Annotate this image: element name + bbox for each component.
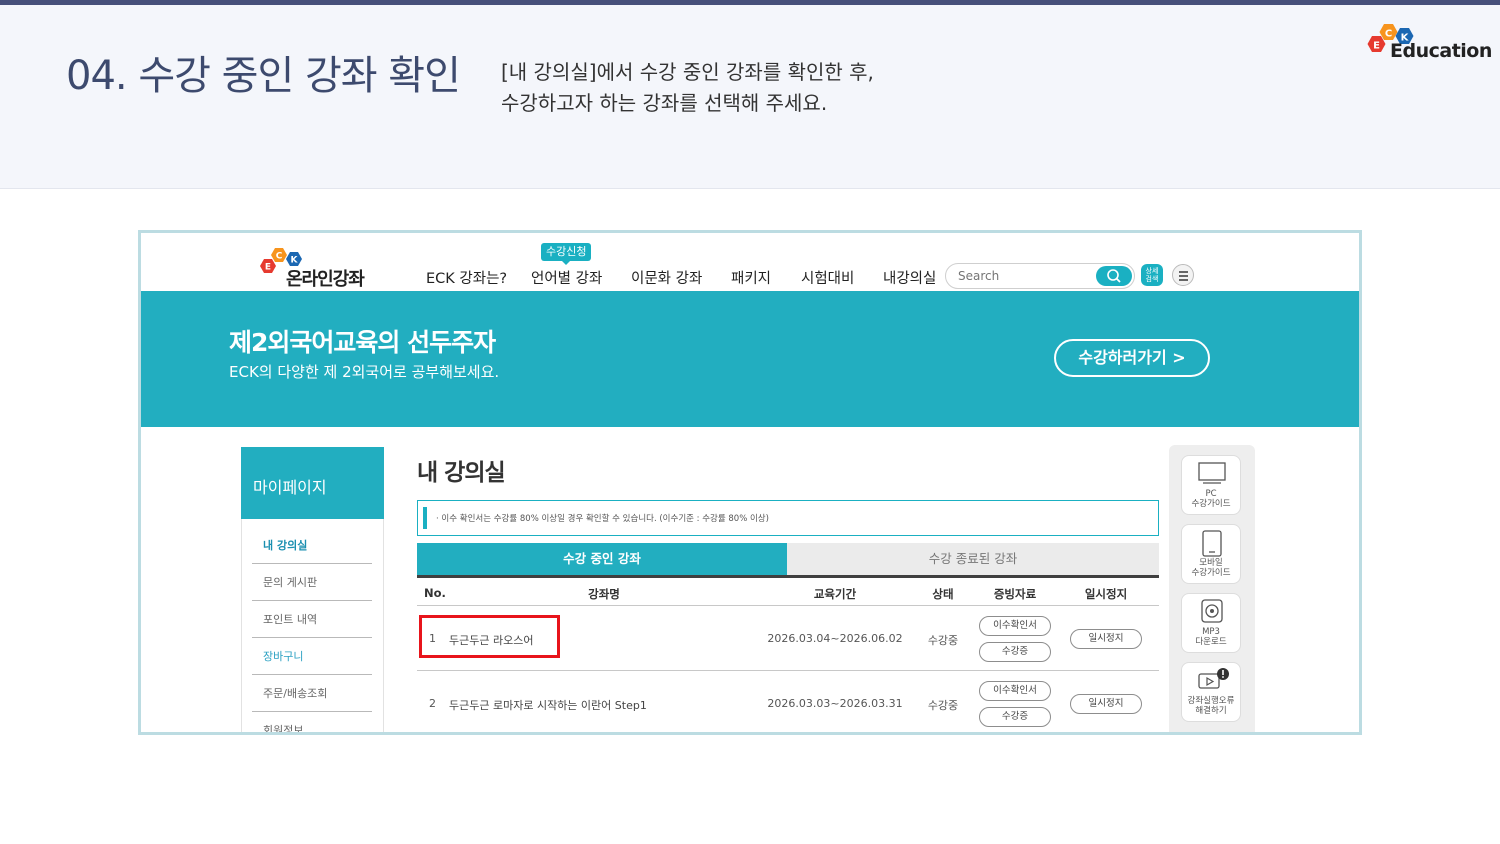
- table-row-divider: [417, 670, 1159, 671]
- notice-bar: [423, 507, 427, 529]
- hero-banner: 제2외국어교육의 선두주자 ECK의 다양한 제 2외국어로 공부해보세요. 수…: [141, 291, 1359, 427]
- column-header-no: No.: [424, 586, 446, 600]
- site-logo-letter-e: E: [265, 263, 271, 273]
- sidebar-header: 마이페이지: [241, 447, 384, 519]
- search-button[interactable]: [1096, 266, 1132, 286]
- quick-mobile-guide-label: 모바일 수강가이드: [1191, 558, 1231, 578]
- sidebar-header-label: 마이페이지: [253, 478, 327, 497]
- tab-underline: [417, 575, 1159, 578]
- quick-menu: PC 수강가이드 모바일 수강가이드 MP3 다운로드 강좌실행오류 해결하기: [1169, 445, 1255, 732]
- sidebar-item-cart[interactable]: 장바구니: [252, 638, 372, 675]
- row1-pause-button[interactable]: 일시정지: [1070, 629, 1142, 649]
- go-to-course-button[interactable]: 수강하러가기 >: [1054, 339, 1210, 377]
- site-navbar: E C K 온라인강좌 ECK 강좌는? 수강신청 언어별 강좌 이문화 강좌 …: [141, 233, 1359, 291]
- column-header-pause: 일시정지: [1084, 587, 1128, 601]
- tab-current-courses[interactable]: 수강 중인 강좌: [417, 543, 787, 575]
- site-logo-text[interactable]: 온라인강좌: [286, 265, 365, 291]
- search-box: [945, 263, 1135, 289]
- tab-finished-courses[interactable]: 수강 종료된 강좌: [787, 543, 1159, 575]
- quick-mobile-guide-button[interactable]: 모바일 수강가이드: [1181, 524, 1241, 584]
- detail-search-label: 상세 검색: [1145, 267, 1159, 283]
- menu-eck-about[interactable]: ECK 강좌는?: [426, 267, 507, 288]
- sidebar-item-points[interactable]: 포인트 내역: [252, 601, 372, 638]
- row2-enrollment-button[interactable]: 수강증: [979, 707, 1051, 727]
- notice-text: · 이수 확인서는 수강률 80% 이상일 경우 확인할 수 있습니다. (이수…: [436, 514, 769, 524]
- row1-status: 수강중: [927, 634, 959, 647]
- sidebar: 내 강의실 문의 게시판 포인트 내역 장바구니 주문/배송조회 회원정보: [241, 519, 384, 732]
- sidebar-item-inquiry-board[interactable]: 문의 게시판: [252, 564, 372, 601]
- menu-exam-prep[interactable]: 시험대비: [801, 267, 854, 288]
- column-header-documents: 증빙자료: [993, 587, 1037, 601]
- menu-culture-courses[interactable]: 이문화 강좌: [631, 267, 702, 288]
- speaker-icon: [1201, 599, 1223, 623]
- sidebar-item-my-classroom[interactable]: 내 강의실: [252, 527, 372, 564]
- quick-pc-guide-button[interactable]: PC 수강가이드: [1181, 455, 1241, 515]
- hero-subtitle: ECK의 다양한 제 2외국어로 공부해보세요.: [229, 363, 500, 381]
- slide-description-line2: 수강하고자 하는 강좌를 선택해 주세요.: [501, 91, 828, 115]
- sidebar-item-orders[interactable]: 주문/배송조회: [252, 675, 372, 712]
- row1-certificate-button[interactable]: 이수확인서: [979, 616, 1051, 636]
- table-header-divider: [417, 605, 1159, 606]
- quick-error-fix-label: 강좌실행오류 해결하기: [1187, 696, 1235, 716]
- detail-search-button[interactable]: 상세 검색: [1141, 264, 1163, 286]
- row1-enrollment-button[interactable]: 수강증: [979, 642, 1051, 662]
- site-logo-letter-c: C: [276, 252, 283, 262]
- site-logo-letter-k: K: [291, 256, 299, 266]
- row2-pause-button[interactable]: 일시정지: [1070, 694, 1142, 714]
- menu-icon[interactable]: [1172, 264, 1194, 286]
- menu-my-classroom[interactable]: 내강의실: [883, 267, 936, 288]
- notice-box: · 이수 확인서는 수강률 80% 이상일 경우 확인할 수 있습니다. (이수…: [417, 500, 1159, 536]
- page-title: 내 강의실: [417, 460, 506, 486]
- column-header-period: 교육기간: [813, 587, 857, 601]
- menu-badge-enroll: 수강신청: [541, 243, 592, 265]
- row1-period: 2026.03.04~2026.06.02: [767, 632, 903, 645]
- row2-no: 2: [429, 697, 436, 710]
- slide-description: [내 강의실]에서 수강 중인 강좌를 확인한 후, 수강하고자 하는 강좌를 …: [501, 57, 874, 119]
- search-icon: [1107, 269, 1121, 283]
- quick-error-fix-button[interactable]: 강좌실행오류 해결하기: [1181, 662, 1241, 722]
- menu-package[interactable]: 패키지: [731, 267, 771, 288]
- sidebar-item-member-info[interactable]: 회원정보: [252, 712, 372, 732]
- website-screenshot: E C K 온라인강좌 ECK 강좌는? 수강신청 언어별 강좌 이문화 강좌 …: [138, 230, 1362, 735]
- row2-certificate-button[interactable]: 이수확인서: [979, 681, 1051, 701]
- quick-mp3-download-button[interactable]: MP3 다운로드: [1181, 593, 1241, 653]
- row2-course-name[interactable]: 두근두근 로마자로 시작하는 이란어 Step1: [449, 697, 647, 713]
- tablet-icon: [1202, 530, 1222, 557]
- logo-letter-c: C: [1385, 29, 1392, 40]
- logo-letter-e: E: [1373, 41, 1380, 52]
- course-highlight-box: [419, 615, 560, 658]
- quick-pc-guide-label: PC 수강가이드: [1191, 489, 1231, 509]
- quick-mp3-download-label: MP3 다운로드: [1195, 627, 1227, 647]
- play-error-icon: [1198, 668, 1229, 689]
- hero-title: 제2외국어교육의 선두주자: [229, 328, 496, 357]
- row2-period: 2026.03.03~2026.03.31: [767, 697, 903, 710]
- row2-status: 수강중: [927, 699, 959, 712]
- brand-name: Education: [1390, 40, 1492, 62]
- column-header-course-name: 강좌명: [588, 587, 620, 601]
- slide-description-line1: [내 강의실]에서 수강 중인 강좌를 확인한 후,: [501, 60, 874, 84]
- menu-language-courses[interactable]: 언어별 강좌: [531, 267, 602, 288]
- monitor-icon: [1198, 462, 1226, 484]
- search-input[interactable]: [958, 268, 1088, 284]
- slide-title: 04. 수강 중인 강좌 확인: [66, 53, 461, 99]
- slide-header: 04. 수강 중인 강좌 확인 [내 강의실]에서 수강 중인 강좌를 확인한 …: [0, 5, 1500, 189]
- column-header-status: 상태: [932, 587, 954, 601]
